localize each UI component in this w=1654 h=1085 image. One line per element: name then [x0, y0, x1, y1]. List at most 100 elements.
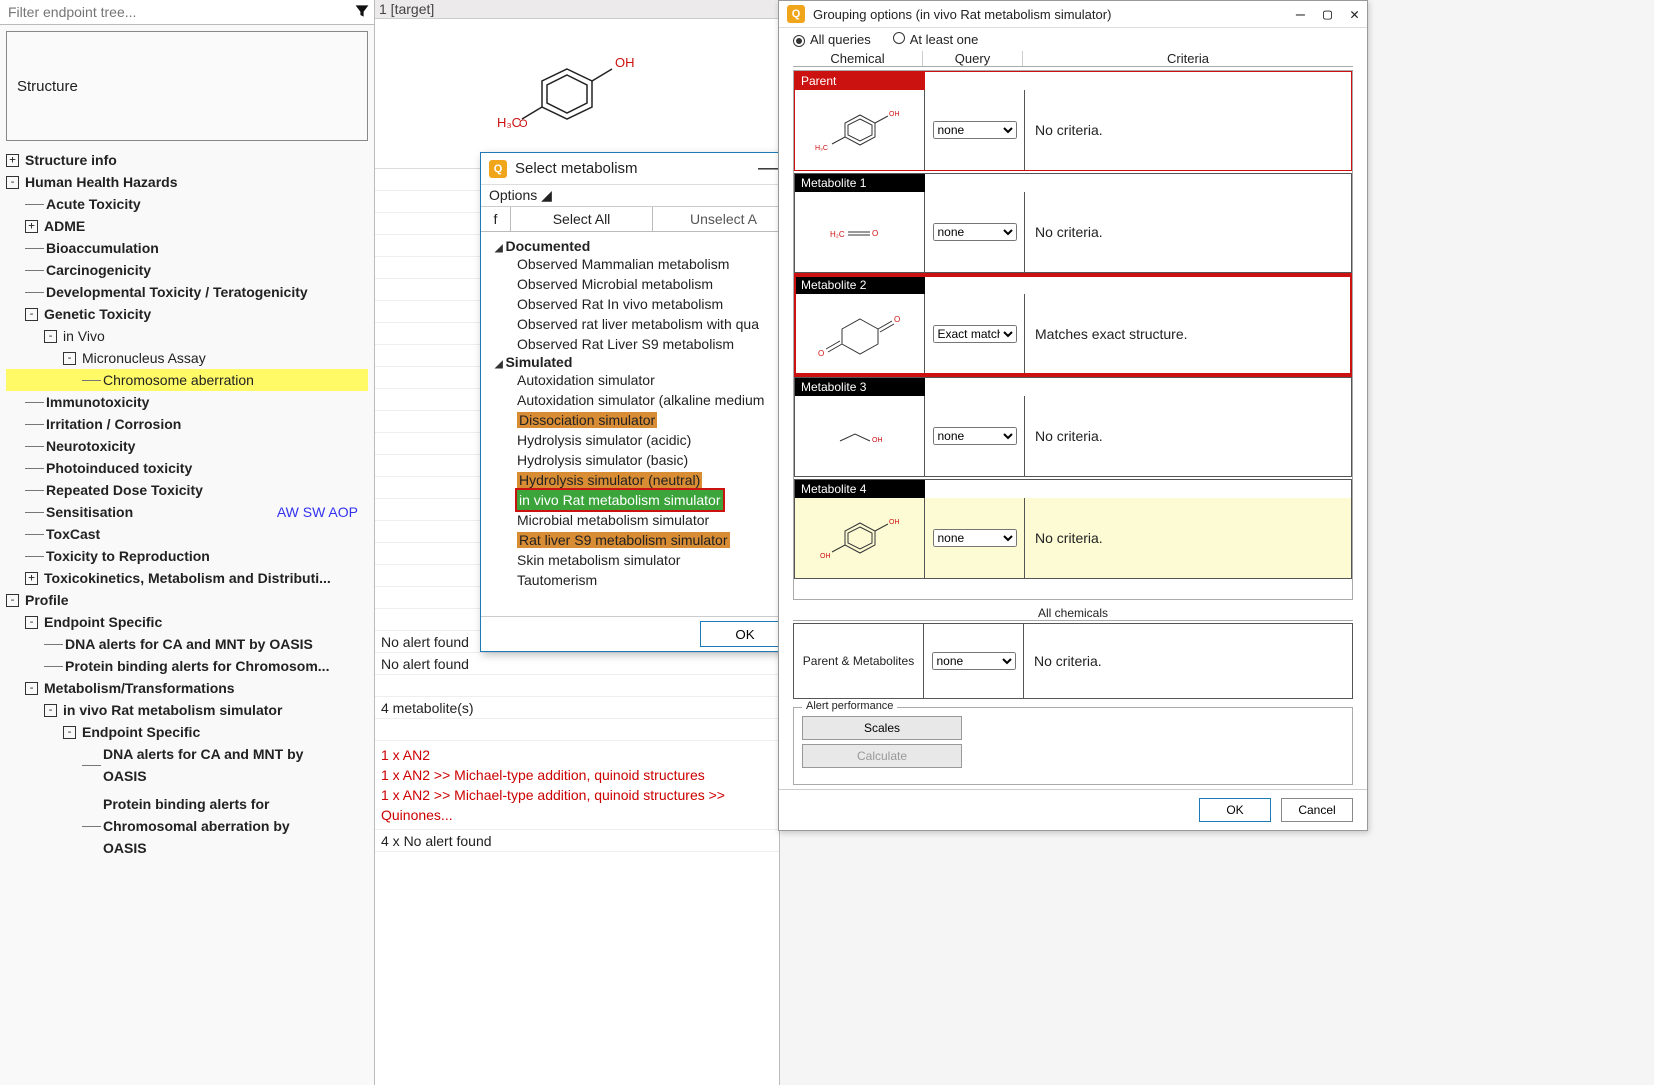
tree-node[interactable]: Genetic Toxicity: [44, 303, 151, 325]
tree-node[interactable]: ToxCast: [46, 523, 100, 545]
ok-button[interactable]: OK: [1199, 798, 1271, 822]
tree-node[interactable]: Human Health Hazards: [25, 171, 177, 193]
tree-node[interactable]: Protein binding alerts for Chromosom...: [65, 655, 329, 677]
collapse-icon[interactable]: -: [44, 704, 57, 717]
tree-node[interactable]: Neurotoxicity: [46, 435, 135, 457]
metabolism-item[interactable]: Hydrolysis simulator (basic): [517, 450, 790, 470]
tree-node[interactable]: Endpoint Specific: [44, 611, 162, 633]
minimize-icon[interactable]: —: [1296, 5, 1305, 23]
tree-node[interactable]: ADME: [44, 215, 85, 237]
metabolism-item[interactable]: Observed Microbial metabolism: [517, 274, 790, 294]
expand-icon[interactable]: +: [25, 220, 38, 233]
collapse-icon[interactable]: -: [25, 308, 38, 321]
filter-button[interactable]: f: [481, 207, 511, 231]
metabolism-item[interactable]: Rat liver S9 metabolism simulator: [517, 530, 790, 550]
alert-value[interactable]: 4 x No alert found: [375, 830, 779, 852]
tree-node[interactable]: Toxicokinetics, Metabolism and Distribut…: [44, 567, 331, 589]
category-documented[interactable]: Documented: [495, 238, 790, 254]
tree-node[interactable]: DNA alerts for CA and MNT byOASIS: [103, 743, 303, 787]
tree-node[interactable]: Metabolism/Transformations: [44, 677, 235, 699]
query-select[interactable]: noneExact match: [933, 325, 1017, 343]
tree-node[interactable]: Profile: [25, 589, 69, 611]
expand-icon[interactable]: +: [6, 154, 19, 167]
tree-node[interactable]: Micronucleus Assay: [82, 347, 206, 369]
collapse-icon[interactable]: -: [63, 726, 76, 739]
metabolism-item[interactable]: Observed rat liver metabolism with qua: [517, 314, 790, 334]
metabolism-item[interactable]: Dissociation simulator: [517, 410, 790, 430]
at-least-one-radio[interactable]: At least one: [893, 32, 979, 47]
filter-input[interactable]: [4, 2, 350, 22]
collapse-icon[interactable]: -: [25, 616, 38, 629]
collapse-icon[interactable]: -: [25, 682, 38, 695]
tree-node[interactable]: Protein binding alerts forChromosomal ab…: [103, 793, 290, 859]
query-select[interactable]: noneExact match: [933, 223, 1017, 241]
query-select[interactable]: noneExact match: [933, 427, 1017, 445]
collapse-icon[interactable]: -: [6, 176, 19, 189]
an2-alerts[interactable]: 1 x AN2 1 x AN2 >> Michael-type addition…: [375, 741, 779, 830]
group-row[interactable]: Metabolite 3OHnoneExact matchNo criteria…: [794, 377, 1352, 477]
tree-node-chromosome[interactable]: Chromosome aberration: [103, 369, 254, 391]
chemical-structure[interactable]: OH: [795, 396, 925, 476]
close-icon[interactable]: ✕: [1350, 5, 1359, 23]
select-all-button[interactable]: Select All: [511, 207, 653, 231]
metabolism-list[interactable]: Documented Observed Mammalian metabolism…: [481, 232, 794, 616]
alert-value[interactable]: No alert found: [375, 653, 779, 675]
tree-node[interactable]: in Vivo: [63, 325, 105, 347]
funnel-icon[interactable]: [350, 3, 370, 22]
group-rows[interactable]: ParentOHH₃CnoneExact matchNo criteria.Me…: [793, 70, 1353, 600]
tree-node[interactable]: Immunotoxicity: [46, 391, 149, 413]
metabolism-item[interactable]: Hydrolysis simulator (acidic): [517, 430, 790, 450]
chemical-structure[interactable]: OHOH: [795, 498, 925, 578]
query-select[interactable]: noneExact match: [933, 529, 1017, 547]
tree-node[interactable]: Photoinduced toxicity: [46, 457, 192, 479]
metabolism-item[interactable]: Observed Rat Liver S9 metabolism: [517, 334, 790, 354]
metabolism-item[interactable]: Tautomerism: [517, 570, 790, 590]
metabolism-item[interactable]: Autoxidation simulator: [517, 370, 790, 390]
tree-node[interactable]: Endpoint Specific: [82, 721, 200, 743]
category-simulated[interactable]: Simulated: [495, 354, 790, 370]
metabolism-item[interactable]: Hydrolysis simulator (neutral): [517, 470, 790, 490]
chemical-structure[interactable]: H₂CO: [795, 192, 925, 272]
maximize-icon[interactable]: ▢: [1323, 5, 1332, 23]
collapse-icon[interactable]: -: [6, 594, 19, 607]
query-select[interactable]: noneExact match: [932, 652, 1016, 670]
metabolite-count[interactable]: 4 metabolite(s): [375, 697, 779, 719]
chemical-structure[interactable]: OO: [795, 294, 925, 374]
scales-button[interactable]: Scales: [802, 716, 962, 740]
tree-node[interactable]: Carcinogenicity: [46, 259, 151, 281]
tree-node[interactable]: in vivo Rat metabolism simulator: [63, 699, 282, 721]
tree-node[interactable]: Irritation / Corrosion: [46, 413, 181, 435]
tree-node[interactable]: DNA alerts for CA and MNT by OASIS: [65, 633, 313, 655]
endpoint-tree[interactable]: +Structure info -Human Health Hazards Ac…: [0, 147, 374, 1082]
options-menu[interactable]: Options ◢: [481, 185, 794, 207]
metabolism-item[interactable]: Skin metabolism simulator: [517, 550, 790, 570]
tree-node[interactable]: Toxicity to Reproduction: [46, 545, 210, 567]
collapse-icon[interactable]: -: [44, 330, 57, 343]
metabolism-item[interactable]: Observed Rat In vivo metabolism: [517, 294, 790, 314]
group-row[interactable]: ParentOHH₃CnoneExact matchNo criteria.: [794, 71, 1352, 171]
tree-node[interactable]: Structure info: [25, 149, 117, 171]
group-row[interactable]: Metabolite 2OOnoneExact matchMatches exa…: [794, 275, 1352, 375]
query-select[interactable]: noneExact match: [933, 121, 1017, 139]
ok-button[interactable]: OK: [700, 621, 790, 647]
tree-node[interactable]: Repeated Dose Toxicity: [46, 479, 203, 501]
tree-node[interactable]: Acute Toxicity: [46, 193, 141, 215]
cancel-button[interactable]: Cancel: [1281, 798, 1353, 822]
metabolism-item[interactable]: Microbial metabolism simulator: [517, 510, 790, 530]
chemical-structure[interactable]: OHH₃C: [795, 90, 925, 170]
metabolism-item[interactable]: in vivo Rat metabolism simulator: [517, 490, 790, 510]
metabolism-item[interactable]: Autoxidation simulator (alkaline medium: [517, 390, 790, 410]
all-queries-radio[interactable]: All queries: [793, 32, 871, 47]
expand-icon[interactable]: +: [25, 572, 38, 585]
target-structure[interactable]: OH H₃C O: [375, 19, 779, 169]
collapse-icon[interactable]: -: [63, 352, 76, 365]
tree-node[interactable]: Bioaccumulation: [46, 237, 159, 259]
metabolism-item[interactable]: Observed Mammalian metabolism: [517, 254, 790, 274]
structure-box[interactable]: Structure: [6, 31, 368, 141]
tree-node[interactable]: Developmental Toxicity / Teratogenicity: [46, 281, 308, 303]
unselect-all-button[interactable]: Unselect A: [653, 207, 794, 231]
group-row[interactable]: Metabolite 4OHOHnoneExact matchNo criter…: [794, 479, 1352, 579]
tree-node[interactable]: Sensitisation: [46, 501, 133, 523]
group-row[interactable]: Metabolite 1H₂COnoneExact matchNo criter…: [794, 173, 1352, 273]
calculate-button[interactable]: Calculate: [802, 744, 962, 768]
